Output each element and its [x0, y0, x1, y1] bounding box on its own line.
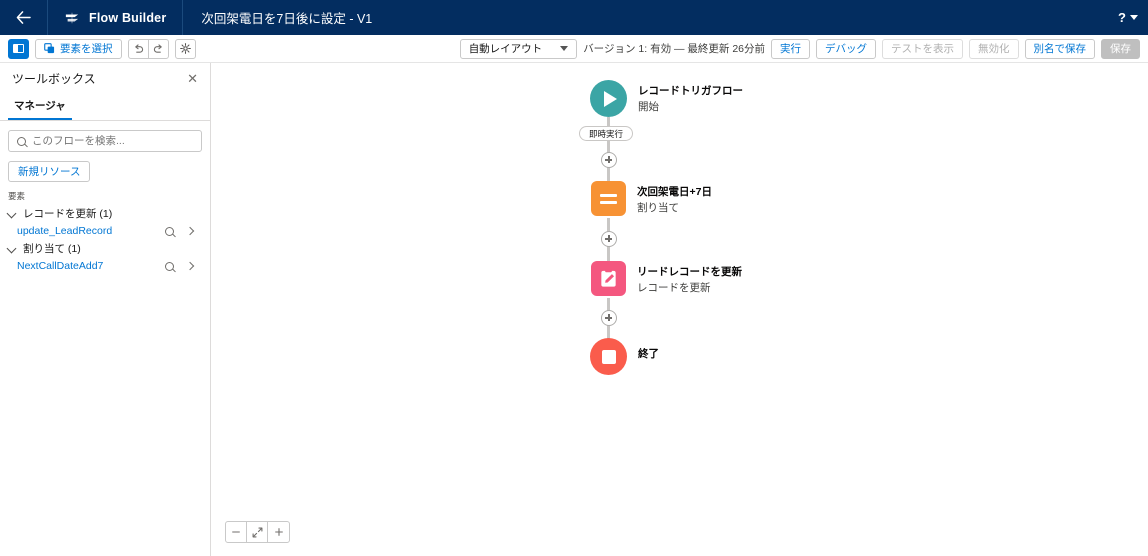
list-item[interactable]: NextCallDateAdd7: [0, 258, 210, 274]
elements-section-label: 要素: [8, 191, 26, 201]
back-button[interactable]: [0, 0, 48, 35]
history-buttons: [127, 38, 169, 59]
save-label: 保存: [1110, 43, 1131, 55]
search-icon[interactable]: [165, 226, 174, 236]
tab-manager[interactable]: マネージャ: [8, 94, 72, 120]
play-start-icon[interactable]: [590, 80, 627, 117]
element-group-update-records[interactable]: レコードを更新 (1): [0, 204, 210, 223]
app-brand-label: Flow Builder: [89, 10, 167, 25]
app-brand[interactable]: Flow Builder: [48, 0, 184, 35]
element-group-label: 割り当て (1): [23, 243, 81, 255]
element-group-assignment[interactable]: 割り当て (1): [0, 239, 210, 258]
add-element-button[interactable]: [601, 310, 617, 326]
assignment-equals-icon[interactable]: [591, 181, 626, 216]
node-title: リードレコードを更新: [637, 266, 742, 278]
flow-canvas[interactable]: レコードトリガフロー 開始 即時実行 次回架電日+7日 割り当て リードレコード…: [211, 63, 1148, 556]
deactivate-button: 無効化: [969, 38, 1019, 59]
close-icon[interactable]: ✕: [187, 72, 198, 85]
fit-to-view-button[interactable]: [247, 522, 268, 542]
chevron-down-icon: [560, 46, 569, 51]
new-resource-button[interactable]: 新規リソース: [8, 161, 91, 182]
toolbox-panel: ツールボックス ✕ マネージャ 新規リソース 要素 レコードを更新 (1) up…: [0, 63, 211, 556]
toolbox-toggle-button[interactable]: [8, 38, 29, 59]
search-icon[interactable]: [165, 261, 174, 271]
add-element-button[interactable]: [601, 152, 617, 168]
flow-toolbar: 要素を選択 自動レイアウト バージョン 1: 有効 — 最終更新 26分前 実行…: [0, 35, 1148, 63]
chevron-right-icon[interactable]: [186, 227, 194, 235]
layout-mode-value: 自動レイアウト: [468, 43, 543, 55]
chevron-right-icon[interactable]: [186, 262, 194, 270]
zoom-in-button[interactable]: [268, 522, 289, 542]
search-box[interactable]: [8, 130, 202, 152]
redo-button[interactable]: [147, 38, 169, 59]
flow-node-assignment[interactable]: 次回架電日+7日 割り当て: [591, 181, 712, 216]
node-title: 次回架電日+7日: [637, 186, 712, 198]
zoom-controls: [225, 521, 290, 543]
run-button[interactable]: 実行: [771, 38, 810, 59]
flow-node-end[interactable]: 終了: [590, 338, 659, 375]
select-elements-label: 要素を選択: [60, 43, 113, 55]
undo-icon: [134, 43, 143, 53]
gear-icon: [179, 43, 191, 54]
toolbox-title: ツールボックス: [12, 72, 96, 86]
stop-end-icon[interactable]: [590, 338, 627, 375]
list-item[interactable]: update_LeadRecord: [0, 223, 210, 239]
chevron-down-icon: [8, 244, 17, 253]
chevron-down-icon: [1130, 15, 1138, 20]
settings-button[interactable]: [174, 38, 196, 59]
flow-title: 次回架電日を7日後に設定 - V1: [201, 12, 373, 26]
select-elements-icon: [44, 43, 55, 54]
element-item-label: update_LeadRecord: [17, 225, 113, 237]
toolbox-search-wrap: [0, 121, 210, 152]
debug-button[interactable]: デバッグ: [816, 38, 876, 59]
path-badge-immediate[interactable]: 即時実行: [579, 126, 634, 141]
flow-builder-logo: [65, 12, 79, 23]
node-title: レコードトリガフロー: [638, 85, 743, 97]
run-label: 実行: [780, 43, 801, 55]
view-tests-label: テストを表示: [891, 43, 954, 55]
redo-icon: [153, 43, 162, 53]
help-menu-button[interactable]: ?: [1118, 10, 1138, 25]
save-button: 保存: [1101, 38, 1140, 59]
new-resource-label: 新規リソース: [18, 166, 81, 178]
version-status: バージョン 1: 有効 — 最終更新 26分前: [583, 43, 765, 55]
debug-label: デバッグ: [825, 43, 867, 55]
undo-button[interactable]: [127, 38, 149, 59]
element-group-label: レコードを更新 (1): [23, 208, 113, 220]
deactivate-label: 無効化: [978, 43, 1010, 55]
arrow-left-icon: [16, 11, 31, 24]
select-elements-button[interactable]: 要素を選択: [35, 38, 122, 59]
flow-node-start[interactable]: レコードトリガフロー 開始: [590, 80, 743, 117]
toolbox-header: ツールボックス ✕: [0, 63, 210, 94]
panel-toggle-icon: [13, 44, 24, 53]
plus-icon: [274, 528, 283, 536]
flow-node-update-records[interactable]: リードレコードを更新 レコードを更新: [591, 261, 742, 296]
global-header: Flow Builder 次回架電日を7日後に設定 - V1 ?: [0, 0, 1148, 35]
save-as-button[interactable]: 別名で保存: [1024, 38, 1095, 59]
add-element-button[interactable]: [601, 231, 617, 247]
chevron-down-icon: [8, 209, 17, 218]
minus-icon: [232, 531, 240, 533]
node-title: 終了: [638, 348, 659, 360]
new-resource-wrap: 新規リソース: [0, 152, 210, 182]
main-body: ツールボックス ✕ マネージャ 新規リソース 要素 レコードを更新 (1) up…: [0, 63, 1148, 556]
search-input[interactable]: [32, 135, 193, 147]
node-subtitle: レコードを更新: [637, 282, 711, 294]
view-tests-button: テストを表示: [882, 38, 963, 59]
save-as-label: 別名で保存: [1033, 43, 1087, 55]
node-subtitle: 開始: [638, 101, 659, 113]
element-item-label: NextCallDateAdd7: [17, 260, 104, 272]
toolbox-tabs: マネージャ: [0, 94, 210, 121]
node-subtitle: 割り当て: [637, 202, 679, 214]
flow-diagram: レコードトリガフロー 開始 即時実行 次回架電日+7日 割り当て リードレコード…: [211, 63, 1148, 556]
fit-to-view-icon: [252, 527, 262, 537]
question-mark-icon: ?: [1118, 10, 1126, 25]
search-icon: [17, 136, 26, 146]
update-records-clipboard-icon[interactable]: [591, 261, 626, 296]
layout-mode-select[interactable]: 自動レイアウト: [459, 38, 578, 59]
zoom-out-button[interactable]: [226, 522, 247, 542]
